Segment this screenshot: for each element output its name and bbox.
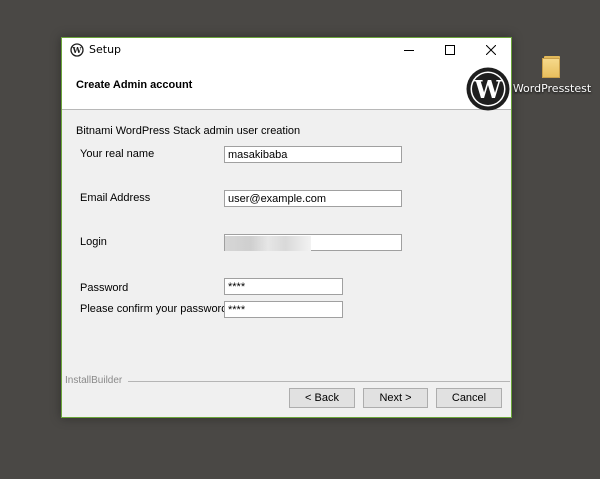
confirm-password-label: Please confirm your password xyxy=(80,303,228,315)
folder-icon xyxy=(542,52,562,78)
close-button[interactable] xyxy=(474,38,508,62)
setup-window: W Setup Create Admin account W Bitnami W… xyxy=(61,37,512,418)
real-name-input[interactable]: masakibaba xyxy=(224,146,402,163)
desktop-folder-wordpresstest[interactable]: WordPresstest xyxy=(512,52,592,95)
page-title: Create Admin account xyxy=(76,79,193,91)
minimize-button[interactable] xyxy=(392,38,426,62)
next-button[interactable]: Next > xyxy=(363,388,428,408)
cancel-button[interactable]: Cancel xyxy=(436,388,502,408)
back-button[interactable]: < Back xyxy=(289,388,355,408)
installbuilder-brand: InstallBuilder xyxy=(65,375,123,386)
window-title: Setup xyxy=(89,43,122,56)
svg-text:W: W xyxy=(71,45,82,55)
real-name-label: Your real name xyxy=(80,148,155,160)
title-bar: W Setup xyxy=(62,38,511,62)
email-label: Email Address xyxy=(80,192,151,204)
wordpress-logo-icon: W xyxy=(466,67,510,111)
close-icon xyxy=(486,45,496,55)
maximize-icon xyxy=(445,45,455,55)
footer-divider xyxy=(128,381,510,382)
password-label: Password xyxy=(80,282,129,294)
wordpress-icon: W xyxy=(70,43,84,57)
minimize-icon xyxy=(404,50,414,51)
login-label: Login xyxy=(80,236,107,248)
redacted-login-value xyxy=(225,236,311,251)
wizard-header: Create Admin account W xyxy=(62,62,511,111)
desktop-folder-label: WordPresstest xyxy=(512,82,592,95)
svg-text:W: W xyxy=(474,75,503,104)
password-input[interactable]: **** xyxy=(224,278,343,295)
confirm-password-input[interactable]: **** xyxy=(224,301,343,318)
form-subtitle: Bitnami WordPress Stack admin user creat… xyxy=(76,125,301,137)
email-input[interactable]: user@example.com xyxy=(224,190,402,207)
maximize-button[interactable] xyxy=(433,38,467,62)
